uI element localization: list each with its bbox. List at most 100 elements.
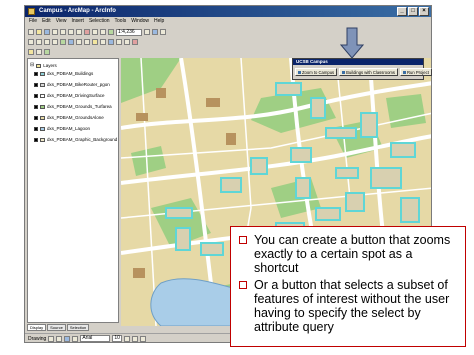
floating-toolbar-buttons: Zoom to Campus Buildings with Classrooms… [293,65,432,76]
drawing-menu[interactable]: Drawing [28,336,46,342]
zoom-to-campus-button[interactable]: Zoom to Campus [295,68,338,76]
zoom-out-icon[interactable] [36,39,42,45]
bold-icon[interactable] [124,335,131,342]
arrow-down-icon [340,27,364,59]
new-icon[interactable] [28,29,34,35]
redo-icon[interactable] [100,29,106,35]
zoom-to-campus-label: Zoom to Campus [302,69,335,75]
toc-layer-label: dxs_PDBAM_Graphic_Background [47,137,118,142]
custom-tool-icon[interactable] [36,49,42,55]
layer-symbol-icon [40,71,45,76]
tab-display[interactable]: Display [27,324,47,331]
menu-window[interactable]: Window [131,17,149,26]
editor-icon[interactable] [144,29,150,35]
font-size-box[interactable]: 10 [112,335,123,342]
paste-icon[interactable] [76,29,82,35]
callout-box: You can create a button that zooms exact… [230,226,466,347]
forward-extent-icon[interactable] [84,39,90,45]
toc-layer[interactable]: dxs_PDBAM_Lagoon [34,125,90,132]
slide: Campus - ArcMap - ArcInfo _ □ × File Edi… [0,0,474,355]
toc-layer[interactable]: dxs_PDBAM_Grounds_Turfarea [34,103,112,110]
buildings-with-classrooms-button[interactable]: Buildings with Classrooms [339,68,398,76]
collapse-icon[interactable]: ⊟ [30,62,34,69]
callout-bullet: Or a button that selects a subset of fea… [237,278,459,334]
menu-tools[interactable]: Tools [115,17,127,26]
arctoolbox-icon[interactable] [152,29,158,35]
rotate-icon[interactable] [56,335,63,342]
toc-layer-label: dxs_PDBAM_Buildings [47,71,94,76]
draw-rectangle-icon[interactable] [72,335,79,342]
toc-layer-label: dxs_PDBAM_Lagoon [47,126,91,131]
layer-visibility-checkbox[interactable] [34,126,38,131]
layer-visibility-checkbox[interactable] [34,137,38,142]
identify-icon[interactable] [108,39,114,45]
callout-bullet-text: Or a button that selects a subset of fea… [254,278,450,334]
undo-icon[interactable] [92,29,98,35]
zoom-in-icon[interactable] [28,39,34,45]
toc-layer-label: dxs_PDBAM_GroundsAlone [47,115,104,120]
add-data-icon[interactable] [108,29,114,35]
layer-visibility-checkbox[interactable] [34,104,38,109]
toc-layer[interactable]: dxs_PDBAM_Graphic_Background [34,136,117,143]
menu-help[interactable]: Help [154,17,164,26]
buildings-with-classrooms-label: Buildings with Classrooms [346,69,395,75]
menu-view[interactable]: View [56,17,67,26]
new-text-icon[interactable] [64,335,71,342]
map-scale-box[interactable]: 1:4,236 [116,28,142,36]
toc-root-label: Layers [43,63,57,68]
window-title: Campus - ArcMap - ArcInfo [39,8,116,14]
open-icon[interactable] [36,29,42,35]
hyperlink-icon[interactable] [132,39,138,45]
pan-icon[interactable] [60,39,66,45]
toc-layer[interactable]: dxs_PDBAM_GroundsAlone [34,114,104,121]
menu-edit[interactable]: Edit [42,17,51,26]
select-elements-icon[interactable] [48,335,55,342]
menu-selection[interactable]: Selection [89,17,110,26]
layer-visibility-checkbox[interactable] [34,93,38,98]
tab-source[interactable]: Source [47,324,66,331]
cut-icon[interactable] [60,29,66,35]
italic-icon[interactable] [132,335,139,342]
tab-selection[interactable]: Selection [66,324,90,331]
toc-layer[interactable]: dxs_PDBAM_BikeRouter_pgon [34,81,110,88]
select-elements-icon[interactable] [100,39,106,45]
copy-icon[interactable] [68,29,74,35]
callout-bullet: You can create a button that zooms exact… [237,233,459,275]
menu-insert[interactable]: Insert [71,17,84,26]
layer-symbol-icon [40,137,45,142]
menu-file[interactable]: File [29,17,37,26]
select-features-icon[interactable] [92,39,98,45]
layer-visibility-checkbox[interactable] [34,115,38,120]
fixed-zoom-in-icon[interactable] [44,39,50,45]
underline-icon[interactable] [140,335,147,342]
minimize-button[interactable]: _ [397,7,407,16]
toc-root[interactable]: ⊟ Layers [30,62,57,69]
layer-visibility-checkbox[interactable] [34,82,38,87]
table-of-contents: ⊟ Layers dxs_PDBAM_Buildings dxs_PDBAM_B… [27,58,119,323]
font-name-box[interactable]: Arial [80,335,111,342]
layer-visibility-checkbox[interactable] [34,71,38,76]
toc-layer-label: dxs_PDBAM_DrivingSurface [47,93,105,98]
help-icon[interactable] [160,29,166,35]
back-extent-icon[interactable] [76,39,82,45]
layer-symbol-icon [40,104,45,109]
maximize-button[interactable]: □ [408,7,418,16]
callout-bullet-text: You can create a button that zooms exact… [254,233,451,275]
full-extent-icon[interactable] [68,39,74,45]
save-icon[interactable] [44,29,50,35]
custom-tool-icon[interactable] [28,49,34,55]
find-icon[interactable] [116,39,122,45]
run-project-button[interactable]: Run Project [400,68,432,76]
print-icon[interactable] [52,29,58,35]
close-button[interactable]: × [419,7,429,16]
layer-symbol-icon [40,82,45,87]
toc-layer[interactable]: dxs_PDBAM_DrivingSurface [34,92,105,99]
measure-icon[interactable] [124,39,130,45]
custom-tool-icon[interactable] [44,49,50,55]
layer-symbol-icon [40,115,45,120]
toc-layer-label: dxs_PDBAM_BikeRouter_pgon [47,82,110,87]
window-titlebar[interactable]: Campus - ArcMap - ArcInfo _ □ × [25,6,431,17]
delete-icon[interactable] [84,29,90,35]
fixed-zoom-out-icon[interactable] [52,39,58,45]
toc-layer[interactable]: dxs_PDBAM_Buildings [34,70,93,77]
